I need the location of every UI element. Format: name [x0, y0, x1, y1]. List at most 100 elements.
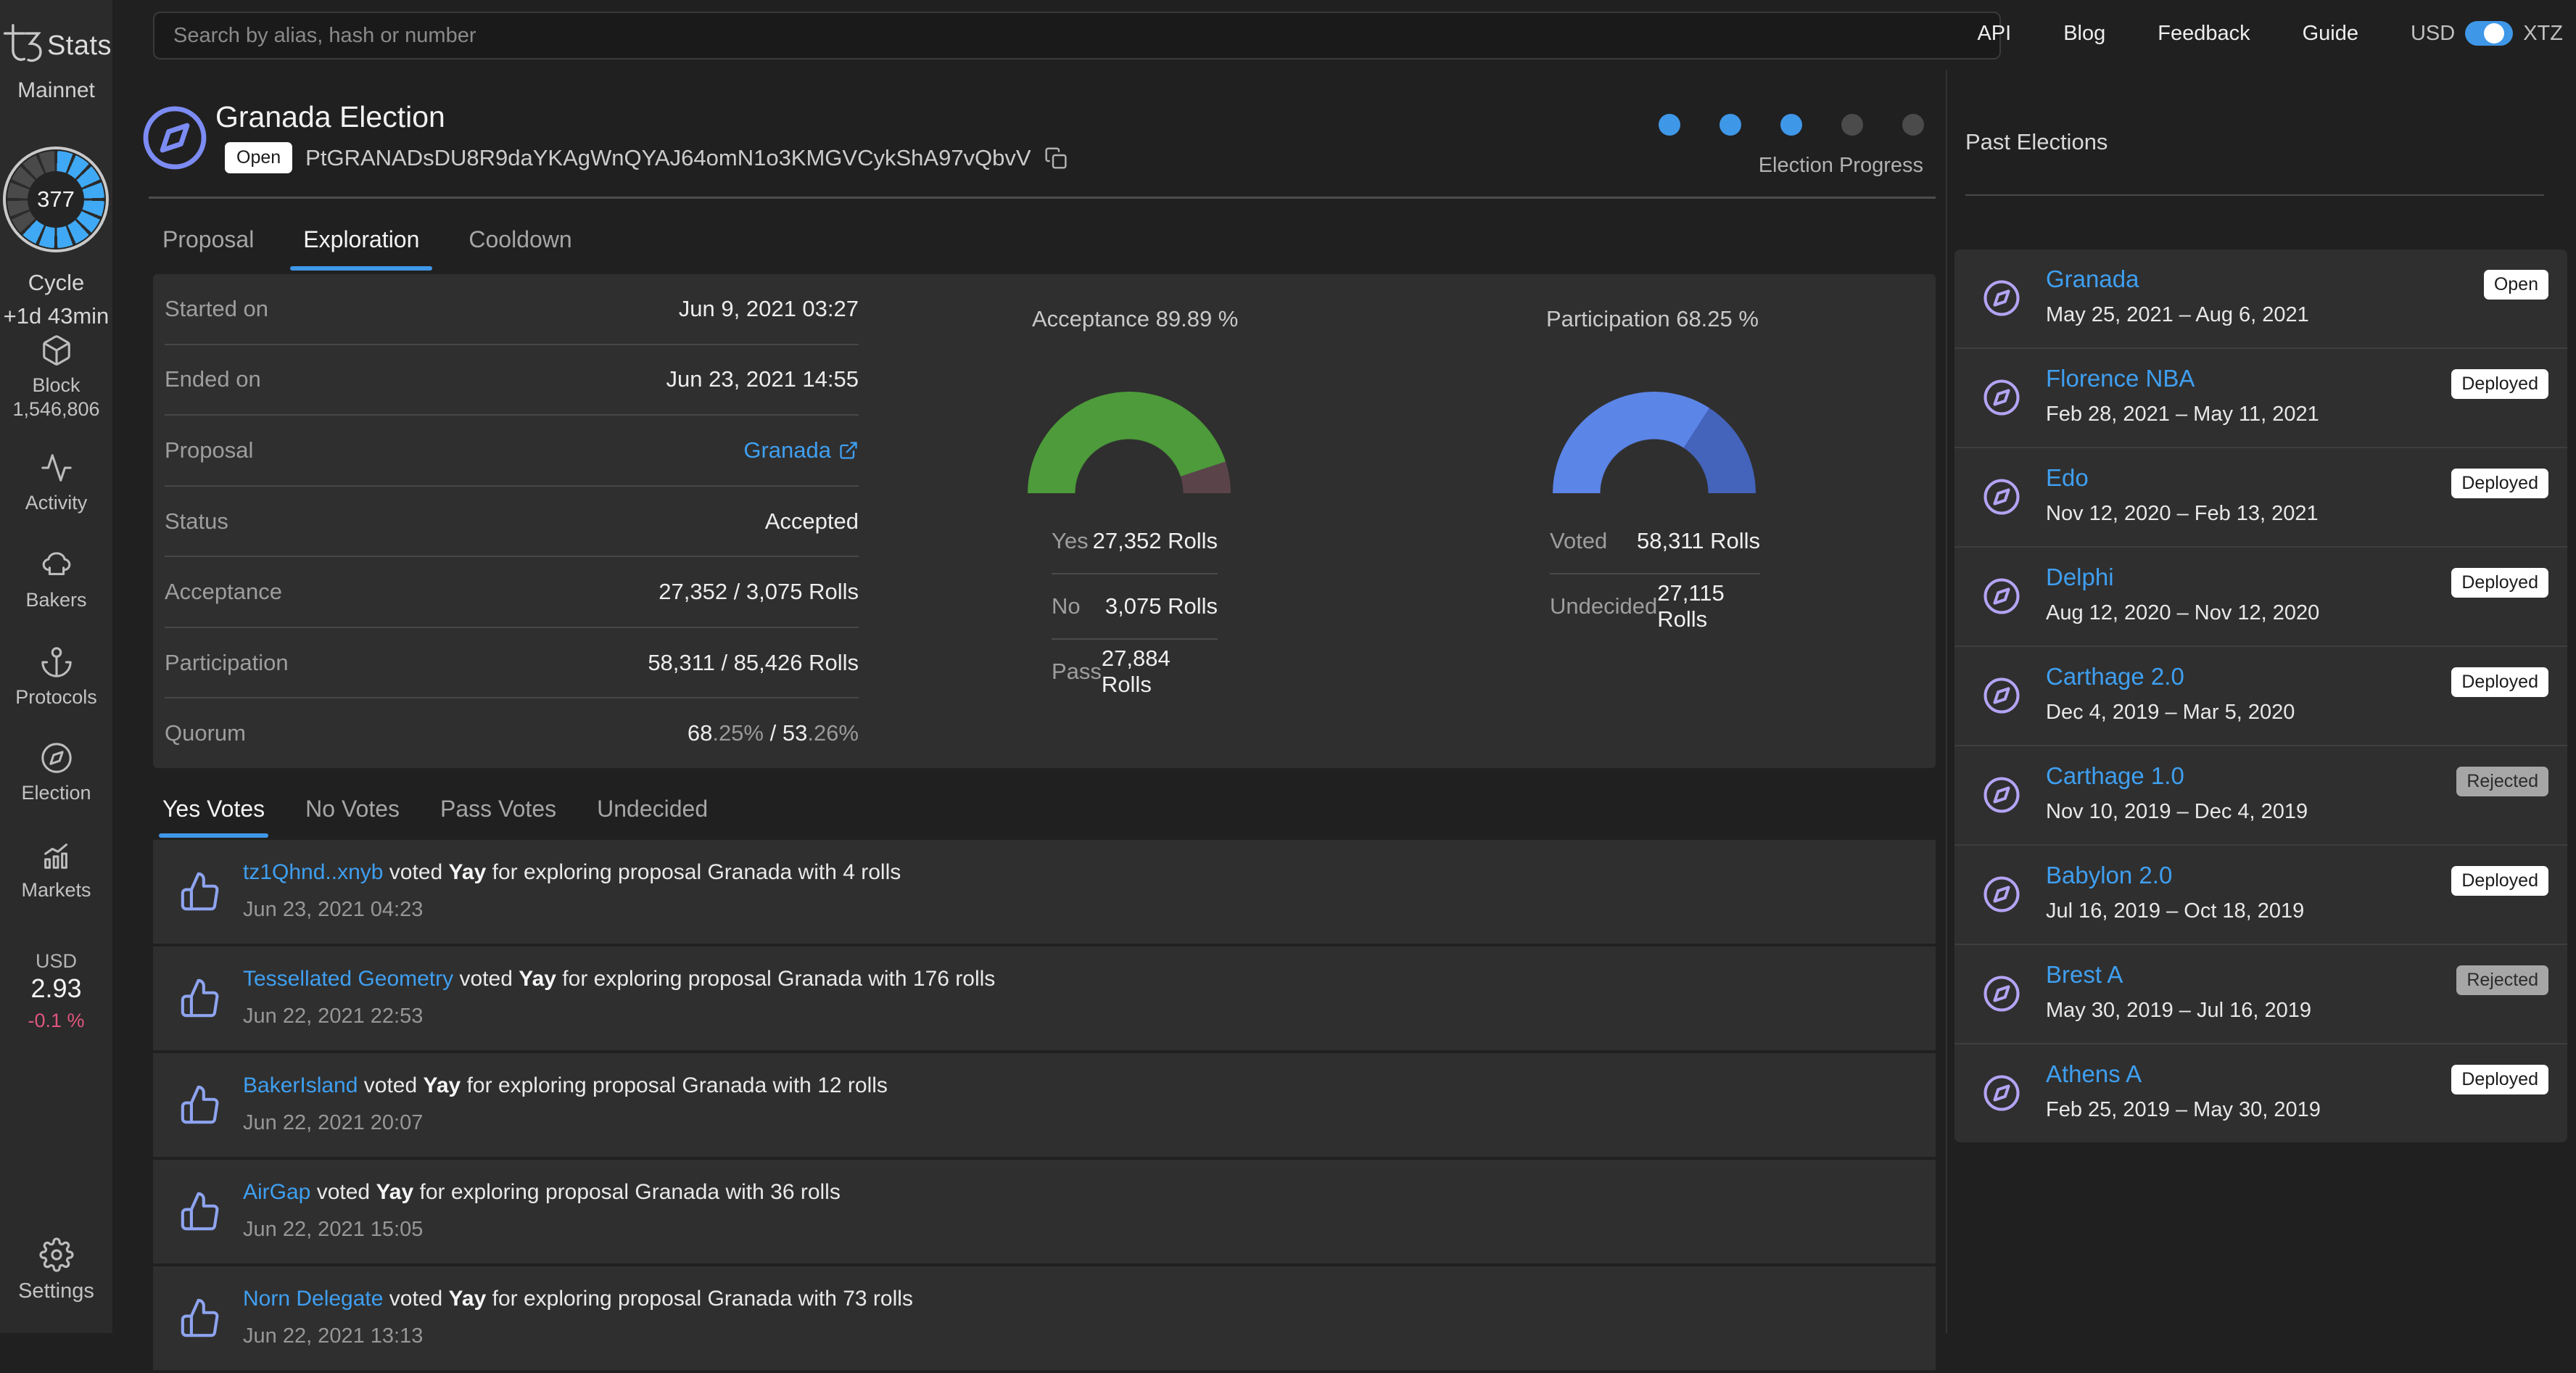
compass-icon	[1983, 777, 2020, 813]
election-status-badge: Deployed	[2451, 866, 2548, 896]
election-link[interactable]: Carthage 1.0	[2046, 762, 2184, 790]
tab-pass-votes[interactable]: Pass Votes	[440, 796, 556, 822]
proposal-link[interactable]: Granada	[743, 437, 831, 463]
progress-dot	[1841, 114, 1863, 136]
legend-row: Yes 27,352 Rolls	[1052, 509, 1218, 574]
election-link[interactable]: Brest A	[2046, 961, 2123, 989]
past-election-item[interactable]: Carthage 2.0 Dec 4, 2019 – Mar 5, 2020 D…	[1954, 647, 2567, 746]
tab-yes-votes[interactable]: Yes Votes	[158, 796, 269, 838]
election-details-card: Started on Jun 9, 2021 03:27 Ended on Ju…	[153, 274, 1936, 768]
election-status-badge: Deployed	[2451, 667, 2548, 697]
row-label: Status	[165, 508, 228, 534]
past-election-item[interactable]: Brest A May 30, 2019 – Jul 16, 2019 Reje…	[1954, 945, 2567, 1044]
voter-link[interactable]: BakerIsland	[243, 1073, 358, 1097]
compass-icon	[1983, 976, 2020, 1012]
election-status-badge: Rejected	[2456, 965, 2548, 995]
logo-text: Stats	[46, 30, 112, 61]
election-link[interactable]: Delphi	[2046, 564, 2114, 591]
acceptance-gauge	[1028, 392, 1231, 493]
nav-link-api[interactable]: API	[1977, 22, 2011, 46]
compass-icon	[1983, 677, 2020, 714]
vote-row: Norn Delegate voted Yay for exploring pr…	[153, 1266, 1936, 1370]
acceptance-legend: Yes 27,352 Rolls No 3,075 Rolls Pass 27,…	[1052, 509, 1218, 704]
status-badge: Open	[225, 142, 293, 173]
compass-icon	[1983, 479, 2020, 515]
election-link[interactable]: Athens A	[2046, 1060, 2142, 1088]
gear-icon	[38, 1237, 74, 1272]
vote-text: Norn Delegate voted Yay for exploring pr…	[243, 1287, 913, 1311]
sidebar-item-settings[interactable]: Settings	[0, 1237, 112, 1303]
tab-proposal[interactable]: Proposal	[162, 226, 254, 253]
panel-divider	[1946, 70, 1947, 1333]
vote-text: Tessellated Geometry voted Yay for explo…	[243, 967, 996, 991]
row-label: Acceptance	[165, 579, 282, 605]
nav-link-feedback[interactable]: Feedback	[2158, 22, 2250, 46]
compass-icon	[1983, 280, 2020, 316]
participation-legend: Voted 58,311 Rolls Undecided 27,115 Roll…	[1550, 509, 1760, 638]
past-election-item[interactable]: Carthage 1.0 Nov 10, 2019 – Dec 4, 2019 …	[1954, 746, 2567, 846]
election-status-badge: Rejected	[2456, 767, 2548, 796]
top-nav: API Blog Feedback Guide USD XTZ	[1977, 0, 2563, 67]
table-row: Participation 58,311 / 85,426 Rolls	[165, 628, 859, 699]
election-link[interactable]: Granada	[2046, 265, 2139, 293]
vote-row: BakerIsland voted Yay for exploring prop…	[153, 1053, 1936, 1157]
election-link[interactable]: Babylon 2.0	[2046, 862, 2172, 889]
past-election-item[interactable]: Babylon 2.0 Jul 16, 2019 – Oct 18, 2019 …	[1954, 846, 2567, 945]
sidebar-item-label: Bakers	[25, 589, 87, 611]
progress-dot	[1659, 114, 1680, 136]
vote-text: BakerIsland voted Yay for exploring prop…	[243, 1073, 888, 1097]
vote-text: AirGap voted Yay for exploring proposal …	[243, 1180, 841, 1204]
activity-icon	[41, 454, 72, 482]
past-elections-title: Past Elections	[1965, 129, 2108, 154]
row-value: 27,352 / 3,075 Rolls	[659, 579, 859, 605]
currency-switch-group: USD XTZ	[2411, 21, 2563, 46]
election-dates: May 30, 2019 – Jul 16, 2019	[2046, 999, 2311, 1022]
past-election-item[interactable]: Delphi Aug 12, 2020 – Nov 12, 2020 Deplo…	[1954, 548, 2567, 647]
tab-cooldown[interactable]: Cooldown	[468, 226, 571, 253]
currency-toggle[interactable]	[2465, 21, 2514, 46]
election-dates: Aug 12, 2020 – Nov 12, 2020	[2046, 601, 2320, 624]
sidebar-item-activity[interactable]: Activity	[0, 451, 112, 514]
vote-timestamp: Jun 22, 2021 22:53	[243, 1005, 424, 1028]
tzstats-logo[interactable]: Stats	[0, 22, 112, 70]
election-progress-dots	[1659, 114, 1924, 136]
sidebar-item-election[interactable]: Election	[0, 741, 112, 804]
sidebar-item-bakers[interactable]: Bakers	[0, 548, 112, 611]
past-election-item[interactable]: Athens A Feb 25, 2019 – May 30, 2019 Dep…	[1954, 1044, 2567, 1142]
phase-tabs: Proposal Exploration Cooldown	[162, 226, 572, 271]
header-divider	[149, 197, 1936, 199]
election-link[interactable]: Edo	[2046, 464, 2089, 492]
progress-dot	[1902, 114, 1924, 136]
past-election-item[interactable]: Granada May 25, 2021 – Aug 6, 2021 Open	[1954, 250, 2567, 349]
election-status-badge: Open	[2483, 270, 2548, 300]
copy-icon[interactable]	[1044, 147, 1068, 170]
vote-timestamp: Jun 23, 2021 04:23	[243, 898, 424, 921]
election-dates: Feb 28, 2021 – May 11, 2021	[2046, 403, 2319, 426]
progress-dot	[1780, 114, 1802, 136]
voter-link[interactable]: AirGap	[243, 1180, 310, 1204]
vote-text: tz1Qhnd..xnyb voted Yay for exploring pr…	[243, 860, 901, 884]
past-election-item[interactable]: Florence NBA Feb 28, 2021 – May 11, 2021…	[1954, 349, 2567, 448]
tab-exploration[interactable]: Exploration	[290, 226, 433, 271]
sidebar-item-protocols[interactable]: Protocols	[0, 646, 112, 709]
cycle-label: Cycle	[28, 270, 85, 295]
election-link[interactable]: Florence NBA	[2046, 365, 2195, 392]
election-status-badge: Deployed	[2451, 469, 2548, 498]
nav-link-blog[interactable]: Blog	[2063, 22, 2105, 46]
nav-link-guide[interactable]: Guide	[2303, 22, 2358, 46]
past-election-item[interactable]: Edo Nov 12, 2020 – Feb 13, 2021 Deployed	[1954, 448, 2567, 548]
voter-link[interactable]: Norn Delegate	[243, 1287, 383, 1311]
sidebar-item-block[interactable]: Block 1,546,806	[0, 334, 112, 421]
voter-link[interactable]: Tessellated Geometry	[243, 967, 453, 991]
tab-no-votes[interactable]: No Votes	[305, 796, 400, 822]
election-link[interactable]: Carthage 2.0	[2046, 663, 2184, 690]
sidebar-item-markets[interactable]: Markets	[0, 838, 112, 902]
thumbs-up-icon	[181, 1192, 219, 1231]
currency-xtz-label: XTZ	[2523, 21, 2563, 45]
row-value: Jun 23, 2021 14:55	[666, 366, 859, 392]
progress-dot	[1720, 114, 1741, 136]
search-input[interactable]	[153, 12, 2001, 59]
voter-link[interactable]: tz1Qhnd..xnyb	[243, 860, 383, 884]
block-icon	[42, 335, 70, 366]
tab-undecided[interactable]: Undecided	[597, 796, 708, 822]
